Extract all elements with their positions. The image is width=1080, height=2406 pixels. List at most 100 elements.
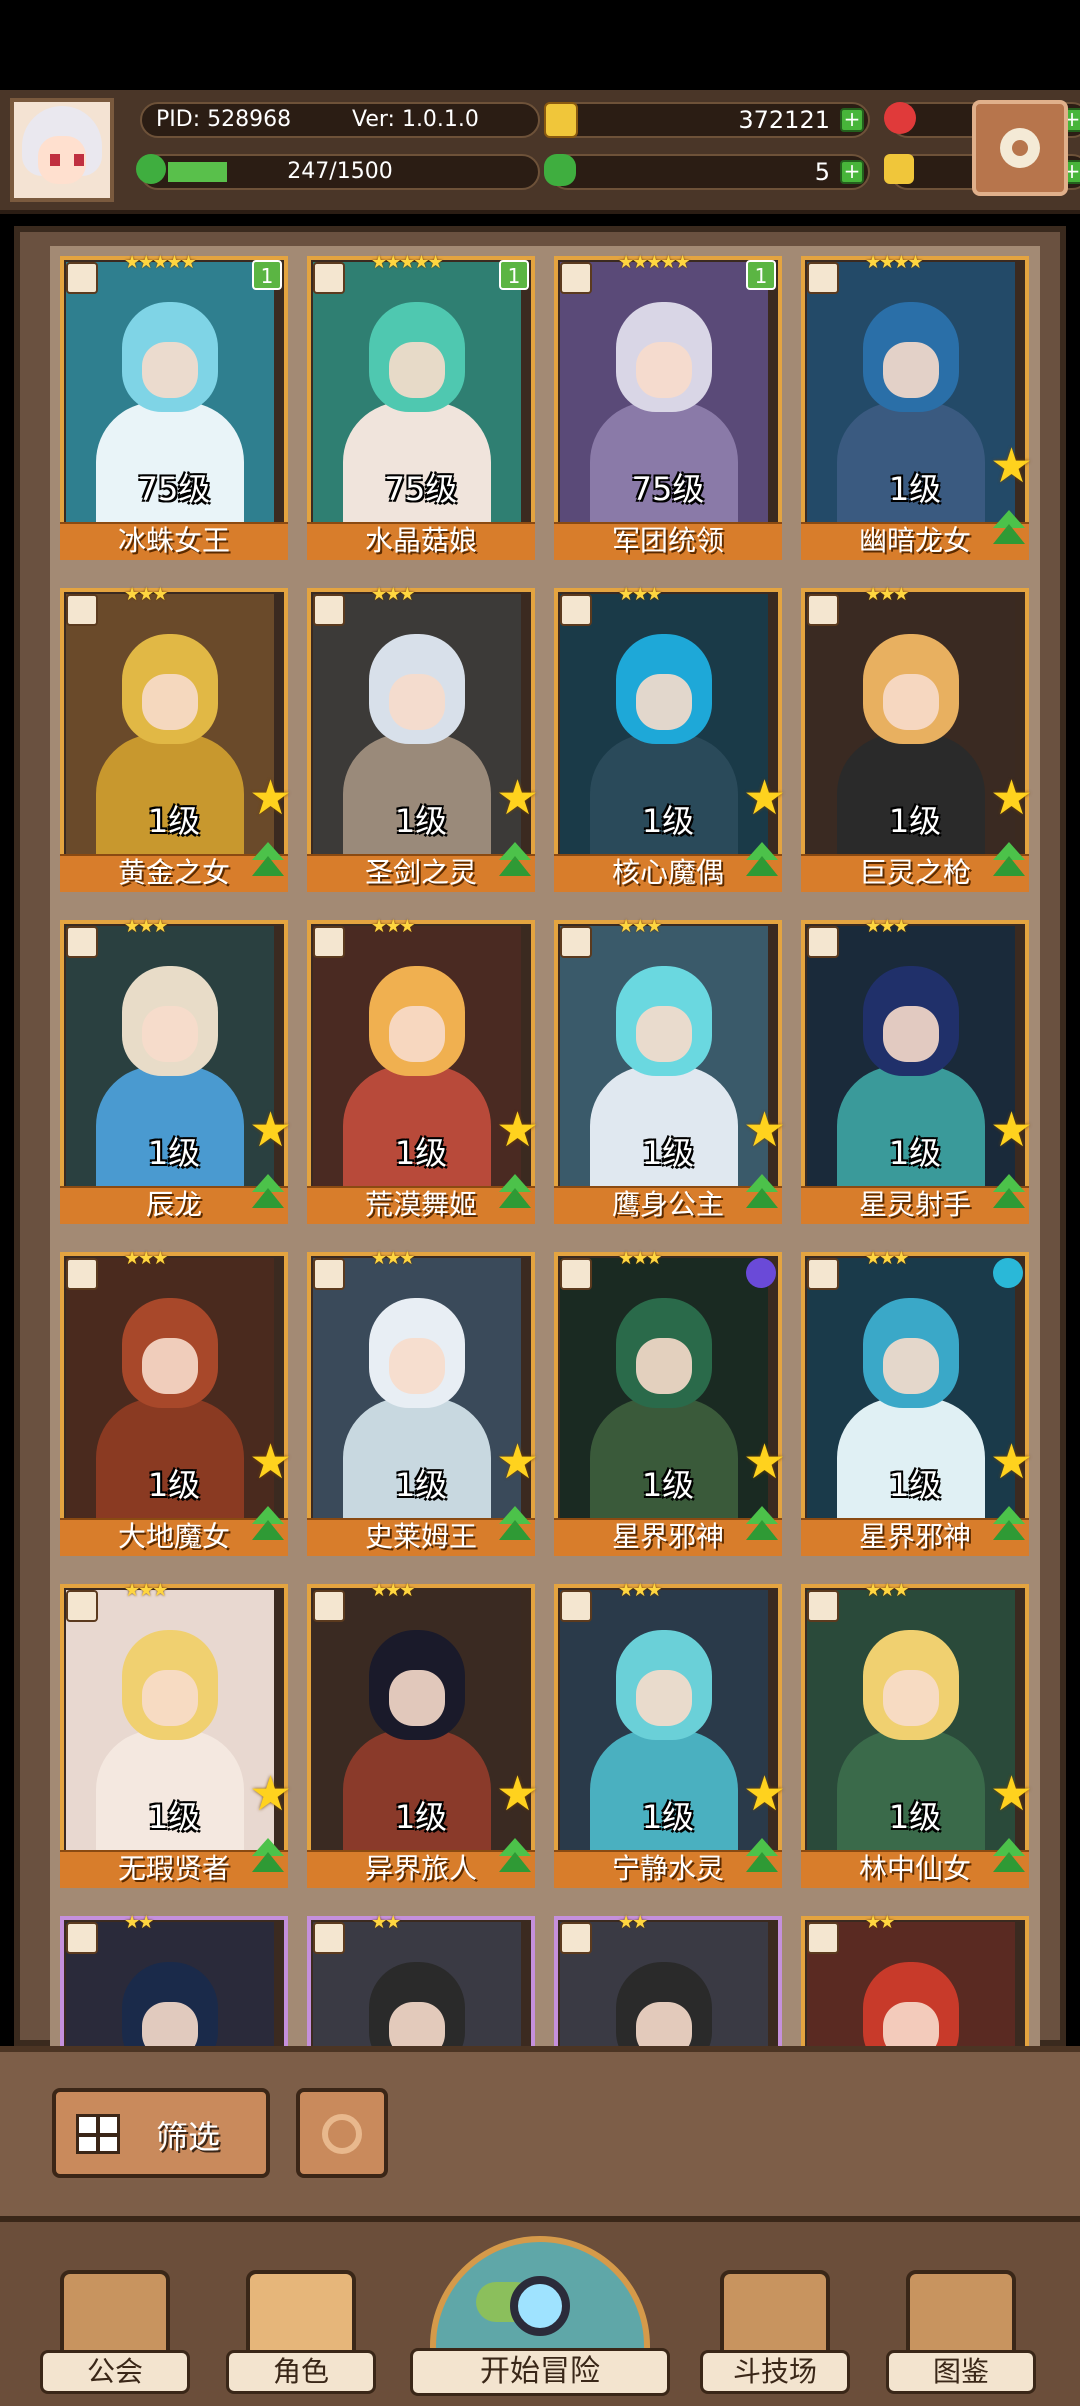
portrait-face xyxy=(389,342,445,398)
class-icon xyxy=(313,1590,345,1622)
portrait-face xyxy=(883,1006,939,1062)
class-icon xyxy=(807,1590,839,1622)
class-icon xyxy=(807,1258,839,1290)
star-upgrade-icon: ★ xyxy=(742,1434,786,1490)
red-gem-icon xyxy=(884,102,916,134)
character-card[interactable]: ★★★★★ 1 75级 水晶菇娘 xyxy=(307,252,535,562)
character-card[interactable]: ★★★ 1级 史莱姆王 ★ xyxy=(307,1248,539,1558)
nav-codex[interactable]: 图鉴 xyxy=(886,2260,1036,2400)
rarity-stars: ★★★ xyxy=(371,916,415,937)
portrait-face xyxy=(142,674,198,730)
name-banner: 水晶菇娘 xyxy=(307,522,535,560)
character-card[interactable]: ★★ xyxy=(801,1912,1029,2046)
star-upgrade-icon: ★ xyxy=(989,1434,1033,1490)
character-card[interactable]: ★★★ 1级 荒漠舞姬 ★ xyxy=(307,916,539,1226)
element-orb-icon xyxy=(746,1258,776,1288)
character-card[interactable]: ★★★★★ 1 75级 冰蛛女王 xyxy=(60,252,288,562)
rarity-stars: ★★★ xyxy=(618,584,662,605)
rarity-stars: ★★★ xyxy=(124,916,168,937)
character-card[interactable]: ★★★ 1级 宁静水灵 ★ xyxy=(554,1580,786,1890)
portrait-face xyxy=(636,342,692,398)
class-icon xyxy=(560,594,592,626)
fist-icon xyxy=(884,154,914,184)
settings-button[interactable] xyxy=(972,100,1068,196)
rarity-stars: ★★★ xyxy=(124,584,168,605)
pid-version-bar: PID: 528968 Ver: 1.0.1.0 xyxy=(140,102,540,138)
card-name: 冰蛛女王 xyxy=(117,524,230,557)
character-card[interactable]: ★★★ 1级 星灵射手 ★ xyxy=(801,916,1033,1226)
rarity-stars: ★★★ xyxy=(371,584,415,605)
start-adventure-button[interactable]: 开始冒险 xyxy=(410,2236,670,2400)
level-up-arrow-icon xyxy=(991,510,1027,550)
character-card[interactable]: ★★★ 1级 无瑕贤者 ★ xyxy=(60,1580,292,1890)
add-gold-button[interactable]: + xyxy=(840,108,864,132)
portrait-face xyxy=(883,2002,939,2046)
class-icon xyxy=(560,1590,592,1622)
portrait-face xyxy=(389,1006,445,1062)
rarity-stars: ★★★ xyxy=(865,1248,909,1269)
portrait-face xyxy=(142,1338,198,1394)
class-icon xyxy=(560,1922,592,1954)
character-card[interactable]: ★★★ 1级 大地魔女 ★ xyxy=(60,1248,292,1558)
level-up-arrow-icon xyxy=(497,1506,533,1546)
level-up-arrow-icon xyxy=(991,1174,1027,1214)
star-upgrade-icon: ★ xyxy=(248,770,292,826)
level-up-arrow-icon xyxy=(991,1506,1027,1546)
character-board: ★★★★★ 1 75级 冰蛛女王 ★★★★★ 1 75级 水晶菇娘 ★★★★★ 1 75级 军团统领 ★… xyxy=(14,226,1066,2046)
class-icon xyxy=(313,1258,345,1290)
level-up-arrow-icon xyxy=(250,1506,286,1546)
gold-value: 372121 xyxy=(738,106,830,134)
character-card[interactable]: ★★★ 1级 异界旅人 ★ xyxy=(307,1580,539,1890)
character-card[interactable]: ★★★ 1级 星界邪神 ★ xyxy=(801,1248,1033,1558)
rarity-stars: ★★★★★ xyxy=(618,252,691,273)
character-card[interactable]: ★★★ 1级 巨灵之枪 ★ xyxy=(801,584,1033,894)
pid-text: PID: 528968 xyxy=(156,107,292,132)
portrait-face xyxy=(636,2002,692,2046)
character-card[interactable]: ★★★★ 1级 幽暗龙女 ★ xyxy=(801,252,1033,562)
level-up-arrow-icon xyxy=(250,1838,286,1878)
character-card[interactable]: ★★★ 1级 圣剑之灵 ★ xyxy=(307,584,539,894)
class-icon xyxy=(560,1258,592,1290)
start-adventure-label: 开始冒险 xyxy=(410,2348,670,2396)
level-up-arrow-icon xyxy=(250,842,286,882)
character-card[interactable]: ★★★ 1级 辰龙 ★ xyxy=(60,916,292,1226)
status-bar xyxy=(0,0,1080,90)
level-up-arrow-icon xyxy=(497,1174,533,1214)
class-icon xyxy=(313,594,345,626)
nav-characters[interactable]: 角色 xyxy=(226,2260,376,2400)
name-banner: 冰蛛女王 xyxy=(60,522,288,560)
refresh-button[interactable] xyxy=(296,2088,388,2178)
level-up-arrow-icon xyxy=(744,842,780,882)
nav-guild[interactable]: 公会 xyxy=(40,2260,190,2400)
character-card[interactable]: ★★★ 1级 黄金之女 ★ xyxy=(60,584,292,894)
rarity-stars: ★★★ xyxy=(618,1248,662,1269)
character-grid[interactable]: ★★★★★ 1 75级 冰蛛女王 ★★★★★ 1 75级 水晶菇娘 ★★★★★ 1 75级 军团统领 ★… xyxy=(50,246,1040,2046)
class-icon xyxy=(807,926,839,958)
class-icon xyxy=(66,594,98,626)
player-avatar[interactable] xyxy=(10,98,114,202)
star-upgrade-icon: ★ xyxy=(989,1766,1033,1822)
star-upgrade-icon: ★ xyxy=(248,1102,292,1158)
character-card[interactable]: ★★★ 1级 核心魔偶 ★ xyxy=(554,584,786,894)
character-card[interactable]: ★★★ 1级 鹰身公主 ★ xyxy=(554,916,786,1226)
card-level: 75级 xyxy=(137,470,211,508)
character-card[interactable]: ★★ xyxy=(554,1912,782,2046)
character-card[interactable]: ★★ xyxy=(307,1912,535,2046)
rarity-stars: ★★★★ xyxy=(865,252,924,273)
rarity-stars: ★★★ xyxy=(865,916,909,937)
character-card[interactable]: ★★★ 1级 星界邪神 ★ xyxy=(554,1248,786,1558)
add-clover-button[interactable]: + xyxy=(840,160,864,184)
portrait-face xyxy=(142,1670,198,1726)
portrait-face xyxy=(636,1338,692,1394)
player-info-panel: PID: 528968 Ver: 1.0.1.0 247/1500 372121… xyxy=(130,102,1080,198)
character-card[interactable]: ★★★ 1级 林中仙女 ★ xyxy=(801,1580,1033,1890)
card-level: 75级 xyxy=(631,470,705,508)
character-card[interactable]: ★★ xyxy=(60,1912,288,2046)
character-card[interactable]: ★★★★★ 1 75级 军团统领 xyxy=(554,252,782,562)
exp-text: 247/1500 xyxy=(287,159,393,184)
portrait-face xyxy=(142,342,198,398)
level-up-arrow-icon xyxy=(991,842,1027,882)
filter-button[interactable]: 筛选 xyxy=(52,2088,270,2178)
class-icon xyxy=(313,262,345,294)
nav-arena[interactable]: 斗技场 xyxy=(700,2260,850,2400)
